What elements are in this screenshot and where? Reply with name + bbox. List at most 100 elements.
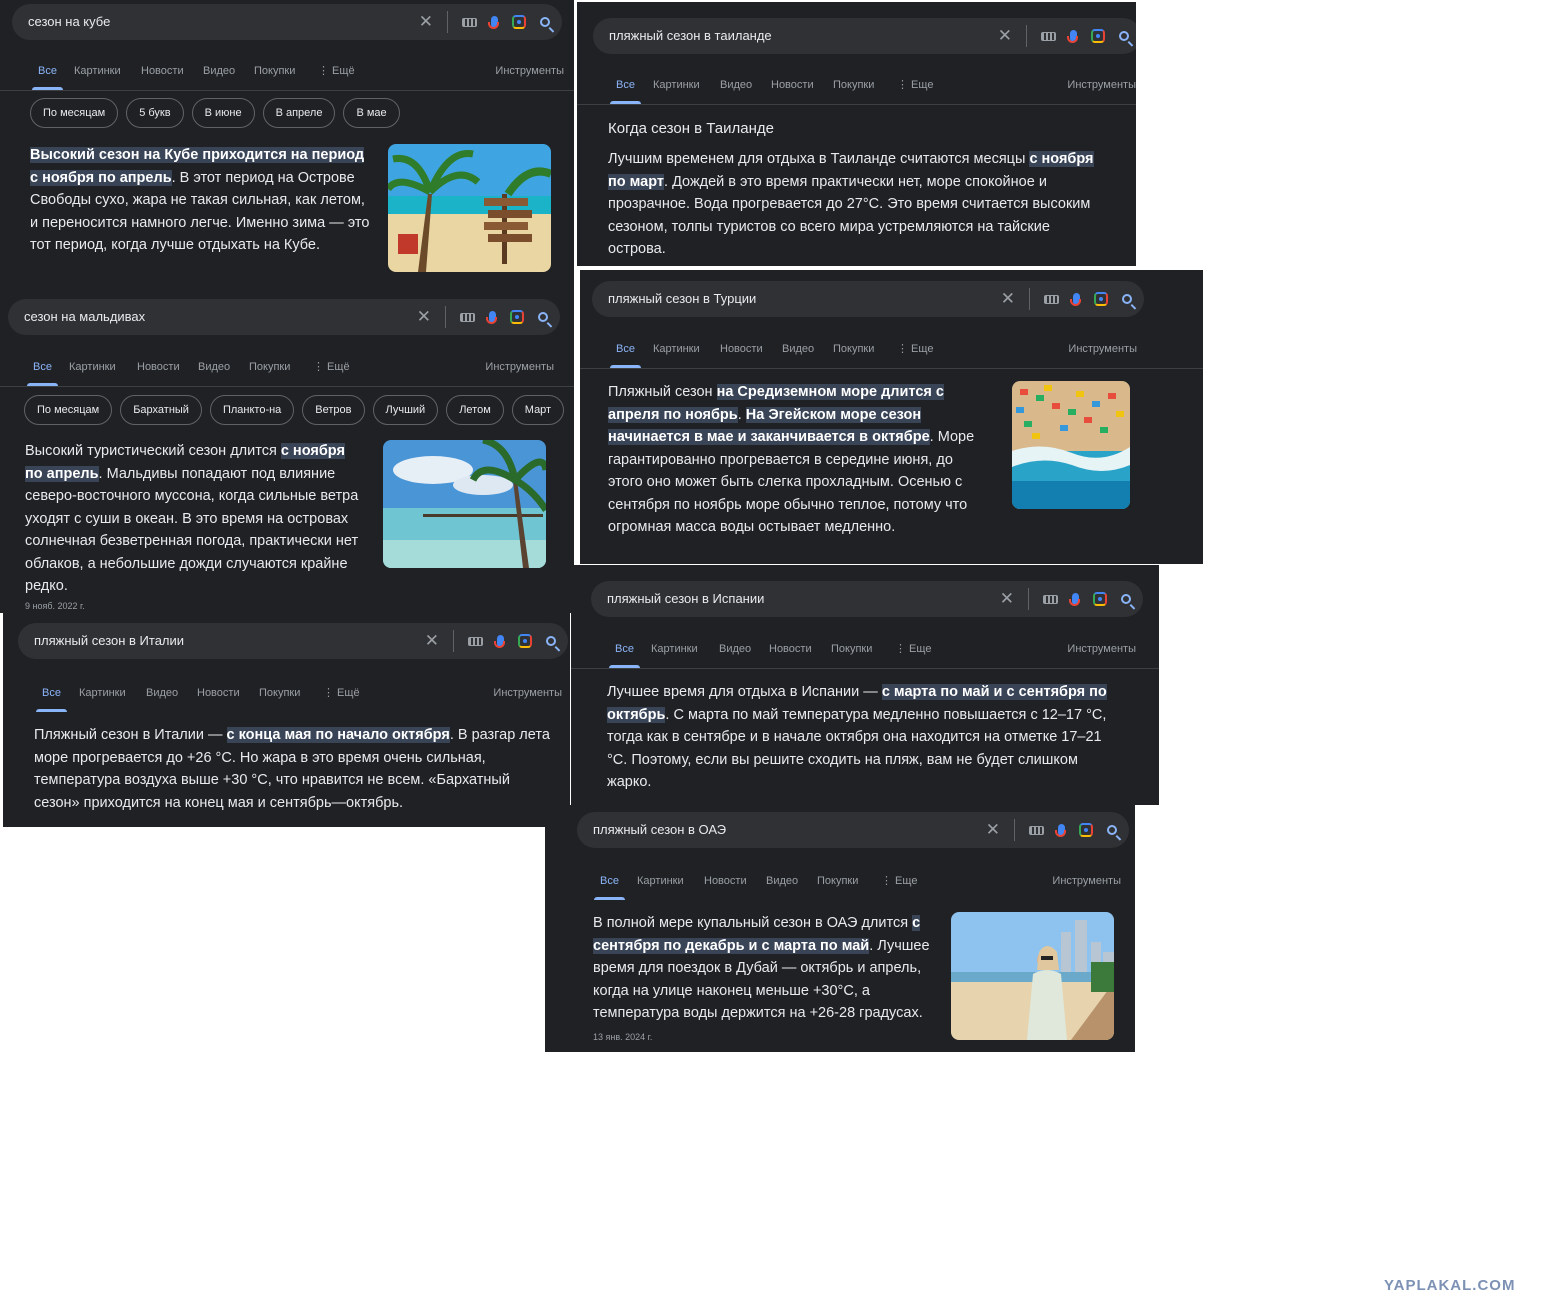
tab-video[interactable]: Видео — [782, 332, 814, 366]
search-icon[interactable] — [538, 312, 548, 322]
microphone-icon[interactable] — [1067, 30, 1078, 43]
tab-more[interactable]: ⋮ Еще — [897, 68, 933, 102]
search-icon[interactable] — [546, 636, 556, 646]
clear-icon[interactable]: ✕ — [998, 26, 1012, 46]
keyboard-icon[interactable] — [462, 17, 477, 27]
chip[interactable]: По месяцам — [24, 395, 113, 425]
tab-video[interactable]: Видео — [198, 350, 230, 384]
tab-all[interactable]: Все — [32, 54, 63, 90]
beach-signpost-image[interactable] — [388, 144, 551, 272]
keyboard-icon[interactable] — [460, 312, 475, 322]
keyboard-icon[interactable] — [1029, 825, 1044, 835]
lens-icon[interactable] — [1093, 592, 1107, 606]
tab-more[interactable]: ⋮ Ещё — [318, 54, 355, 88]
lens-icon[interactable] — [1094, 292, 1108, 306]
search-bar[interactable]: пляжный сезон в Турции ✕ — [592, 281, 1144, 317]
chip[interactable]: В апреле — [262, 98, 336, 128]
microphone-icon[interactable] — [488, 16, 499, 29]
tab-more[interactable]: ⋮ Еще — [881, 864, 917, 898]
keyboard-icon[interactable] — [1043, 594, 1058, 604]
maldives-beach-image[interactable] — [383, 440, 546, 568]
clear-icon[interactable]: ✕ — [425, 631, 439, 651]
tab-news[interactable]: Новости — [704, 864, 747, 898]
search-icon[interactable] — [1121, 594, 1131, 604]
tab-images[interactable]: Картинки — [74, 54, 121, 88]
clear-icon[interactable]: ✕ — [419, 12, 433, 32]
tab-all[interactable]: Все — [27, 350, 58, 386]
tab-news[interactable]: Новости — [141, 54, 184, 88]
tab-video[interactable]: Видео — [766, 864, 798, 898]
lens-icon[interactable] — [512, 15, 526, 29]
tab-video[interactable]: Видео — [720, 68, 752, 102]
chip[interactable]: В июне — [191, 98, 255, 128]
tab-news[interactable]: Новости — [769, 632, 812, 666]
tab-news[interactable]: Новости — [771, 68, 814, 102]
tab-news[interactable]: Новости — [197, 676, 240, 710]
tab-video[interactable]: Видео — [203, 54, 235, 88]
search-icon[interactable] — [1119, 31, 1129, 41]
tab-shopping[interactable]: Покупки — [833, 68, 874, 102]
chip[interactable]: Март — [511, 395, 565, 425]
tab-news[interactable]: Новости — [720, 332, 763, 366]
search-input[interactable]: пляжный сезон в Италии — [34, 623, 184, 659]
chip[interactable]: Планкто-на — [209, 395, 295, 425]
microphone-icon[interactable] — [486, 311, 497, 324]
search-bar[interactable]: сезон на мальдивах ✕ — [8, 299, 560, 335]
chip[interactable]: Лучший — [372, 395, 439, 425]
tab-more[interactable]: ⋮ Ещё — [323, 676, 360, 710]
tab-all[interactable]: Все — [610, 332, 641, 368]
tab-images[interactable]: Картинки — [637, 864, 684, 898]
tab-video[interactable]: Видео — [719, 632, 751, 666]
tab-all[interactable]: Все — [609, 632, 640, 668]
search-input[interactable]: пляжный сезон в ОАЭ — [593, 812, 726, 848]
tab-shopping[interactable]: Покупки — [833, 332, 874, 366]
tab-news[interactable]: Новости — [137, 350, 180, 384]
keyboard-icon[interactable] — [468, 636, 483, 646]
tab-images[interactable]: Картинки — [653, 68, 700, 102]
search-icon[interactable] — [1122, 294, 1132, 304]
tab-shopping[interactable]: Покупки — [259, 676, 300, 710]
tab-all[interactable]: Все — [594, 864, 625, 900]
microphone-icon[interactable] — [494, 635, 505, 648]
search-icon[interactable] — [540, 17, 550, 27]
chip[interactable]: Бархатный — [120, 395, 202, 425]
chip[interactable]: Летом — [446, 395, 504, 425]
tools-button[interactable]: Инструменты — [1052, 864, 1121, 898]
tab-shopping[interactable]: Покупки — [817, 864, 858, 898]
chip[interactable]: Ветров — [302, 395, 365, 425]
clear-icon[interactable]: ✕ — [417, 307, 431, 327]
tab-images[interactable]: Картинки — [69, 350, 116, 384]
aerial-beach-image[interactable] — [1012, 381, 1130, 509]
clear-icon[interactable]: ✕ — [1000, 589, 1014, 609]
tab-images[interactable]: Картинки — [653, 332, 700, 366]
microphone-icon[interactable] — [1070, 293, 1081, 306]
tools-button[interactable]: Инструменты — [495, 54, 564, 88]
lens-icon[interactable] — [1091, 29, 1105, 43]
search-input[interactable]: сезон на мальдивах — [24, 299, 145, 335]
keyboard-icon[interactable] — [1041, 31, 1056, 41]
chip[interactable]: По месяцам — [30, 98, 119, 128]
microphone-icon[interactable] — [1055, 824, 1066, 837]
lens-icon[interactable] — [510, 310, 524, 324]
tab-more[interactable]: ⋮ Ещё — [313, 350, 350, 384]
search-bar[interactable]: пляжный сезон в Испании ✕ — [591, 581, 1143, 617]
tab-images[interactable]: Картинки — [651, 632, 698, 666]
search-bar[interactable]: пляжный сезон в ОАЭ ✕ — [577, 812, 1129, 848]
clear-icon[interactable]: ✕ — [986, 820, 1000, 840]
search-bar[interactable]: пляжный сезон в таиланде ✕ — [593, 18, 1136, 54]
search-bar[interactable]: сезон на кубе ✕ — [12, 4, 562, 40]
lens-icon[interactable] — [1079, 823, 1093, 837]
tab-shopping[interactable]: Покупки — [254, 54, 295, 88]
search-input[interactable]: пляжный сезон в таиланде — [609, 18, 772, 54]
tab-more[interactable]: ⋮ Еще — [895, 632, 931, 666]
tab-shopping[interactable]: Покупки — [249, 350, 290, 384]
tools-button[interactable]: Инструменты — [1067, 632, 1136, 666]
clear-icon[interactable]: ✕ — [1001, 289, 1015, 309]
tab-images[interactable]: Картинки — [79, 676, 126, 710]
tab-video[interactable]: Видео — [146, 676, 178, 710]
search-input[interactable]: пляжный сезон в Турции — [608, 281, 756, 317]
search-input[interactable]: пляжный сезон в Испании — [607, 581, 764, 617]
chip[interactable]: В мае — [343, 98, 400, 128]
keyboard-icon[interactable] — [1044, 294, 1059, 304]
lens-icon[interactable] — [518, 634, 532, 648]
